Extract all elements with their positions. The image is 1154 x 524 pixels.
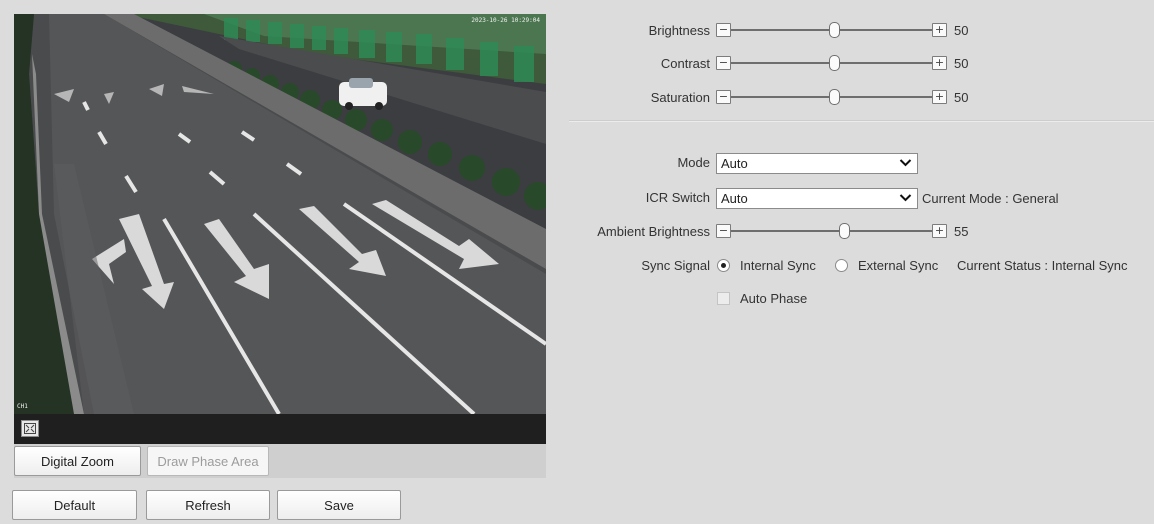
refresh-button[interactable]: Refresh: [146, 490, 270, 520]
osd-channel: CH1: [17, 403, 28, 410]
minus-icon[interactable]: −: [716, 56, 731, 70]
external-sync-label[interactable]: External Sync: [858, 258, 938, 273]
saturation-row: Saturation: [560, 87, 710, 109]
slider-thumb[interactable]: [839, 223, 850, 239]
chevron-down-icon: [899, 155, 912, 174]
brightness-row: Brightness: [560, 20, 710, 42]
video-toolbar: [14, 414, 546, 444]
internal-sync-label[interactable]: Internal Sync: [740, 258, 816, 273]
brightness-label: Brightness: [648, 23, 710, 38]
plus-icon[interactable]: +: [932, 23, 947, 37]
ambient-brightness-row: Ambient Brightness: [560, 221, 710, 243]
sync-signal-label: Sync Signal: [641, 258, 710, 273]
slider-track[interactable]: [731, 230, 932, 232]
contrast-row: Contrast: [560, 53, 710, 75]
brightness-slider[interactable]: − + 50: [716, 20, 986, 42]
current-status-text: Current Status : Internal Sync: [957, 258, 1128, 273]
digital-zoom-button[interactable]: Digital Zoom: [14, 446, 141, 476]
default-button[interactable]: Default: [12, 490, 137, 520]
video-button-bar: Digital Zoom Draw Phase Area: [14, 444, 546, 478]
contrast-label: Contrast: [660, 56, 710, 71]
contrast-value: 50: [954, 56, 969, 71]
icr-switch-value: Auto: [721, 191, 748, 206]
icr-switch-select[interactable]: Auto: [716, 188, 918, 209]
external-sync-radio[interactable]: [835, 259, 848, 272]
sync-signal-row: Sync Signal: [560, 255, 710, 277]
road-scene-image: [14, 14, 546, 414]
mode-label: Mode: [677, 155, 710, 170]
saturation-value: 50: [954, 90, 969, 105]
osd-timestamp: 2023-10-26 10:29:04: [471, 17, 540, 24]
draw-phase-area-button[interactable]: Draw Phase Area: [147, 446, 269, 476]
brightness-value: 50: [954, 23, 969, 38]
mode-select[interactable]: Auto: [716, 153, 918, 174]
saturation-slider[interactable]: − + 50: [716, 87, 986, 109]
current-mode-text: Current Mode : General: [922, 191, 1059, 206]
mode-select-value: Auto: [721, 156, 748, 171]
saturation-label: Saturation: [650, 90, 710, 105]
minus-icon[interactable]: −: [716, 23, 731, 37]
video-preview[interactable]: 2023-10-26 10:29:04 CH1: [14, 14, 546, 414]
ambient-brightness-value: 55: [954, 224, 969, 239]
mode-row: Mode: [560, 152, 710, 174]
auto-phase-checkbox[interactable]: [717, 292, 730, 305]
icr-switch-row: ICR Switch: [560, 187, 710, 209]
slider-thumb[interactable]: [829, 22, 840, 38]
icr-switch-label: ICR Switch: [645, 190, 710, 205]
slider-thumb[interactable]: [829, 55, 840, 71]
fullscreen-icon[interactable]: [21, 420, 39, 437]
slider-thumb[interactable]: [829, 89, 840, 105]
ambient-brightness-slider[interactable]: − + 55: [716, 221, 986, 243]
plus-icon[interactable]: +: [932, 90, 947, 104]
internal-sync-radio[interactable]: [717, 259, 730, 272]
ambient-brightness-label: Ambient Brightness: [597, 224, 710, 239]
section-divider: [569, 120, 1154, 122]
plus-icon[interactable]: +: [932, 56, 947, 70]
contrast-slider[interactable]: − + 50: [716, 53, 986, 75]
minus-icon[interactable]: −: [716, 90, 731, 104]
auto-phase-label[interactable]: Auto Phase: [740, 291, 807, 306]
plus-icon[interactable]: +: [932, 224, 947, 238]
save-button[interactable]: Save: [277, 490, 401, 520]
chevron-down-icon: [899, 190, 912, 209]
minus-icon[interactable]: −: [716, 224, 731, 238]
